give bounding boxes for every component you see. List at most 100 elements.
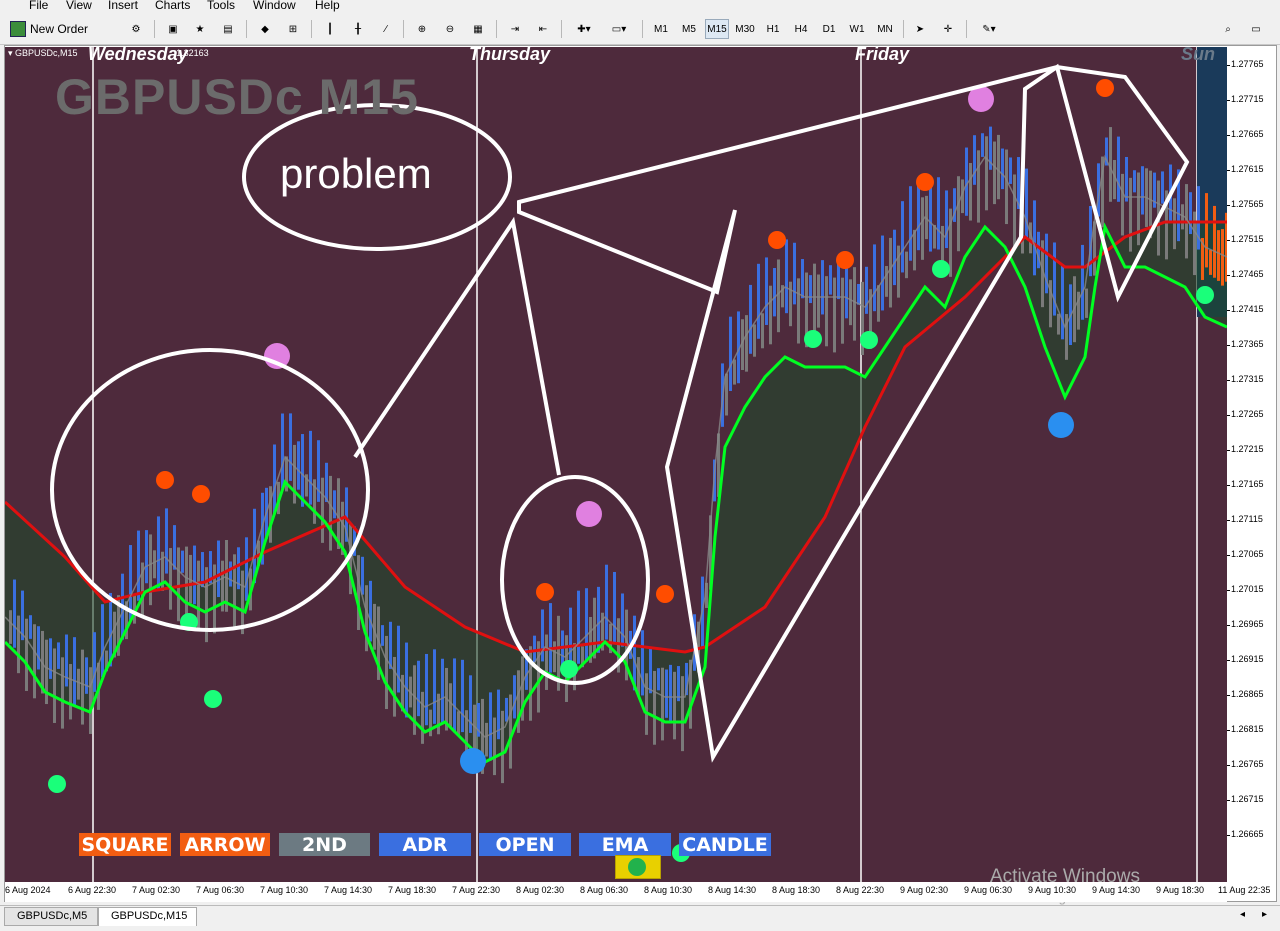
price-tick xyxy=(1227,660,1230,661)
menu-insert[interactable]: Insert xyxy=(106,0,140,12)
price-bar xyxy=(37,626,40,670)
chart-plot-area[interactable] xyxy=(5,47,1227,882)
day-label-wednesday: Wednesday xyxy=(88,44,188,64)
price-bar xyxy=(993,141,996,205)
square-button[interactable]: SQUARE xyxy=(79,833,171,856)
high-signal-dot xyxy=(768,231,786,249)
tf-h4-button[interactable]: H4 xyxy=(789,19,813,39)
templates-icon[interactable]: ▭▾ xyxy=(605,19,633,39)
price-tick xyxy=(1227,520,1230,521)
candle-chart-icon[interactable]: ╂ xyxy=(348,19,368,39)
tf-m15-button[interactable]: M15 xyxy=(705,19,729,39)
new-order-icon xyxy=(10,21,26,37)
price-bar xyxy=(57,642,60,669)
favorites-icon[interactable]: ★ xyxy=(190,19,210,39)
indicators-icon[interactable]: ✚▾ xyxy=(570,19,598,39)
auto-scroll-icon[interactable]: ⇥ xyxy=(505,19,525,39)
2nd-button[interactable]: 2ND xyxy=(279,833,370,856)
price-bar xyxy=(1141,166,1144,215)
price-bar xyxy=(893,229,896,286)
menu-view[interactable]: View xyxy=(64,0,94,12)
price-label: 1.27465 xyxy=(1231,269,1264,279)
chart-tabs: GBPUSDc,M5 GBPUSDc,M15 ◂ ▸ xyxy=(0,905,1280,931)
zoom-out-icon[interactable]: ⊖ xyxy=(440,19,460,39)
tf-m1-button[interactable]: M1 xyxy=(649,19,673,39)
time-label: 11 Aug 22:35 xyxy=(1218,885,1271,895)
line-chart-icon[interactable]: ∕ xyxy=(376,19,396,39)
logo-icon xyxy=(628,858,646,876)
bar-chart-icon[interactable]: ┃ xyxy=(320,19,340,39)
price-bar xyxy=(393,656,396,717)
cursor-icon[interactable]: ➤ xyxy=(910,19,930,39)
time-label: 7 Aug 22:30 xyxy=(452,885,501,895)
crosshair-icon[interactable]: ✛ xyxy=(938,19,958,39)
navigator-icon[interactable]: ▤ xyxy=(218,19,238,39)
price-bar xyxy=(553,641,556,673)
price-bar xyxy=(329,475,332,551)
chart-shift-icon[interactable]: ⇤ xyxy=(533,19,553,39)
expert-advisors-icon[interactable]: ⚙ xyxy=(126,19,146,39)
candle-button[interactable]: CANDLE xyxy=(679,833,771,856)
tf-m30-button[interactable]: M30 xyxy=(733,19,757,39)
price-bar xyxy=(513,675,516,719)
price-bar xyxy=(761,313,764,349)
history-icon[interactable]: ◆ xyxy=(255,19,275,39)
price-bar xyxy=(681,676,684,752)
price-bar xyxy=(49,638,52,679)
price-bar xyxy=(829,265,832,295)
price-bar xyxy=(885,266,888,297)
low-signal-dot xyxy=(932,260,950,278)
price-bar xyxy=(1213,205,1216,278)
menu-tools[interactable]: Tools xyxy=(205,0,237,12)
objects-icon[interactable]: ✎▾ xyxy=(975,19,1003,39)
price-bar xyxy=(577,590,580,664)
price-label: 1.27065 xyxy=(1231,549,1264,559)
chat-icon[interactable]: ▭ xyxy=(1246,19,1266,39)
time-label: 7 Aug 14:30 xyxy=(324,885,373,895)
price-bar xyxy=(1013,174,1016,246)
ema-button[interactable]: EMA xyxy=(579,833,671,856)
price-bar xyxy=(797,278,800,344)
tf-mn-button[interactable]: MN xyxy=(873,19,897,39)
arrow-button[interactable]: ARROW xyxy=(180,833,270,856)
open-button[interactable]: OPEN xyxy=(479,833,571,856)
time-label: 8 Aug 10:30 xyxy=(644,885,693,895)
price-bar xyxy=(229,561,232,587)
price-bar xyxy=(769,285,772,345)
adr-button[interactable]: ADR xyxy=(379,833,471,856)
price-bar xyxy=(793,242,796,305)
tab-scroll-right-icon[interactable]: ▸ xyxy=(1262,909,1267,920)
search-icon[interactable]: ⌕ xyxy=(1218,19,1238,39)
price-bar xyxy=(381,625,384,646)
price-tick xyxy=(1227,205,1230,206)
price-label: 1.26965 xyxy=(1231,619,1264,629)
strategy-tester-icon[interactable]: ⊞ xyxy=(283,19,303,39)
price-bar xyxy=(173,525,176,570)
price-label: 1.26865 xyxy=(1231,689,1264,699)
menu-help[interactable]: Help xyxy=(313,0,342,12)
tile-windows-icon[interactable]: ▦ xyxy=(468,19,488,39)
price-bar xyxy=(809,275,812,304)
new-order-button[interactable]: New Order xyxy=(10,19,92,39)
time-label: 6 Aug 22:30 xyxy=(68,885,117,895)
problem-annotation: problem xyxy=(280,150,432,197)
price-bar xyxy=(321,477,324,543)
zoom-in-icon[interactable]: ⊕ xyxy=(412,19,432,39)
menu-charts[interactable]: Charts xyxy=(153,0,192,12)
menu-window[interactable]: Window xyxy=(251,0,298,12)
tf-h1-button[interactable]: H1 xyxy=(761,19,785,39)
time-label: 8 Aug 02:30 xyxy=(516,885,565,895)
tf-d1-button[interactable]: D1 xyxy=(817,19,841,39)
tab-gbpusdc-m5[interactable]: GBPUSDc,M5 xyxy=(4,907,98,926)
time-label: 6 Aug 2024 xyxy=(5,885,51,895)
price-bar xyxy=(61,657,64,729)
price-bar xyxy=(665,669,668,718)
menu-file[interactable]: File xyxy=(27,0,50,12)
tf-m5-button[interactable]: M5 xyxy=(677,19,701,39)
tab-gbpusdc-m15[interactable]: GBPUSDc,M15 xyxy=(98,907,197,926)
market-watch-icon[interactable]: ▣ xyxy=(163,19,183,39)
price-bar xyxy=(777,259,780,333)
tf-w1-button[interactable]: W1 xyxy=(845,19,869,39)
price-bar xyxy=(1205,193,1208,268)
tab-scroll-left-icon[interactable]: ◂ xyxy=(1240,909,1245,920)
